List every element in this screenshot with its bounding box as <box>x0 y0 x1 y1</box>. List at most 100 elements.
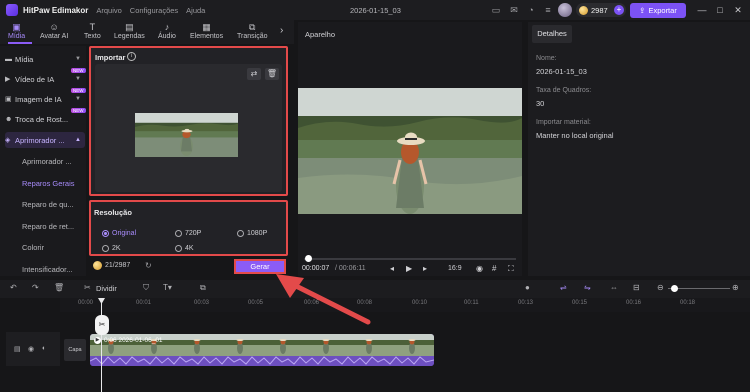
split-scissors-icon[interactable]: ✂ <box>95 315 109 335</box>
progress-track[interactable] <box>304 258 516 260</box>
sidebar-item-enhancer[interactable]: ◈ Aprimorador ... ▲ <box>5 132 85 148</box>
next-frame-icon[interactable]: ▸ <box>423 264 427 273</box>
mute-icon[interactable]: ◐ <box>42 345 46 352</box>
tick-label: 00:16 <box>626 300 642 306</box>
sidebar-item-ai-image[interactable]: ▣ Imagem de IA NEW ▼ <box>5 88 86 107</box>
progress-knob[interactable] <box>305 255 313 262</box>
play-icon[interactable]: ▶ <box>406 264 412 273</box>
thumbnail-image <box>135 113 238 157</box>
import-panel: Importar i ⇄ 🗑 <box>89 46 288 196</box>
tab-audio[interactable]: ♪ Áudio <box>158 22 176 40</box>
shield-icon[interactable]: ⛉ <box>143 283 149 293</box>
subitem-general-repair[interactable]: Reparos Gerais <box>22 179 75 188</box>
menu-arquivo[interactable]: Arquivo <box>96 6 121 15</box>
tab-text[interactable]: T Texto <box>84 22 101 40</box>
text-tool-icon[interactable]: T▾ <box>163 283 172 292</box>
tab-label: Elementos <box>190 33 224 40</box>
fullscreen-icon[interactable]: ⛶ <box>508 264 514 274</box>
zoom-out-icon[interactable]: ⊖ <box>657 283 664 292</box>
radio-720p[interactable]: 720P <box>175 230 201 237</box>
zoom-in-icon[interactable]: ⊕ <box>732 283 739 292</box>
subitem-colorize[interactable]: Colorir <box>22 243 44 252</box>
replace-icon[interactable]: ⇄ <box>247 68 261 80</box>
credits-pill[interactable]: 2987 + <box>576 3 626 17</box>
close-icon[interactable]: ✕ <box>732 4 744 16</box>
video-clip[interactable]: ▶ 0:06 2026-01-06_01 <box>90 334 434 366</box>
sidebar-item-label: Imagem de IA <box>15 94 62 104</box>
tab-label: Transição <box>237 33 268 40</box>
radio-label: 4K <box>185 245 194 252</box>
cover-thumbnail[interactable]: Capa <box>64 339 86 361</box>
tab-label: Legendas <box>114 33 145 40</box>
trash-icon[interactable]: 🗑 <box>265 68 279 80</box>
split-label[interactable]: Dividir <box>96 284 117 293</box>
radio-1080p[interactable]: 1080P <box>237 230 267 237</box>
tab-subtitles[interactable]: ▤ Legendas <box>114 22 145 40</box>
maximize-icon[interactable]: □ <box>714 4 726 16</box>
subitem-portrait-repair[interactable]: Reparo de ret... <box>22 222 74 231</box>
menu-ajuda[interactable]: Ajuda <box>186 6 205 15</box>
aspect-ratio-select[interactable]: 16:9 <box>448 265 462 272</box>
image-icon: ▣ <box>5 96 12 103</box>
export-button[interactable]: ⇪ Exportar <box>630 3 686 18</box>
radio-label: 720P <box>185 230 202 237</box>
radio-label: 1080P <box>247 230 268 237</box>
subitem-quality-repair[interactable]: Reparo de qu... <box>22 200 74 209</box>
scissors-icon[interactable]: ✂ <box>84 283 91 292</box>
mic-icon[interactable]: ● <box>525 283 530 292</box>
import-drop-zone[interactable]: ⇄ 🗑 <box>95 64 282 192</box>
film-icon[interactable]: ▤ <box>14 345 21 353</box>
fit-icon[interactable]: ⊟ <box>633 283 640 292</box>
sidebar-item-media[interactable]: ▬ Mídia ▼ <box>5 51 85 67</box>
tick-label: 00:05 <box>248 300 264 306</box>
headset-icon[interactable]: ◔ <box>525 4 537 16</box>
video-icon: ▶ <box>5 76 11 83</box>
generate-credits: 21/2987 <box>93 261 130 270</box>
caret-down-icon: ▼ <box>75 96 81 102</box>
tab-avatar-ai[interactable]: ☺ Avatar AI <box>40 22 68 40</box>
radio-4k[interactable]: 4K <box>175 245 194 252</box>
tab-media[interactable]: ▣ Mídia <box>8 22 25 40</box>
subitem-intensifier[interactable]: Intensificador... <box>22 265 72 274</box>
redo-icon[interactable]: ↷ <box>32 283 39 292</box>
mail-icon[interactable]: ✉ <box>508 4 520 16</box>
tab-elements[interactable]: ▦ Elementos <box>190 22 223 40</box>
copy-icon[interactable]: ⧉ <box>200 283 206 293</box>
snapshot-icon[interactable]: ◉ <box>476 264 483 273</box>
tick-label: 00:01 <box>136 300 152 306</box>
credit-count: 2987 <box>591 5 608 15</box>
media-toolbar: ▣ Mídia ☺ Avatar AI T Texto ▤ Legendas ♪… <box>0 20 294 44</box>
menu-configuracoes[interactable]: Configurações <box>130 6 178 15</box>
add-credits-icon[interactable]: + <box>614 5 624 15</box>
chevron-right-icon[interactable]: › <box>280 25 283 36</box>
prev-frame-icon[interactable]: ◂ <box>390 264 394 273</box>
zoom-slider-knob[interactable] <box>671 285 678 292</box>
subitem-enhancer[interactable]: Aprimorador ... <box>22 157 72 166</box>
list-icon[interactable]: ≡ <box>542 4 554 16</box>
tab-details[interactable]: Detalhes <box>532 25 572 43</box>
tab-transition[interactable]: ⧉ Transição <box>237 22 267 40</box>
undo-icon[interactable]: ↶ <box>10 283 17 292</box>
eye-icon[interactable]: ◉ <box>28 345 34 353</box>
trash-icon[interactable]: 🗑 <box>54 283 64 292</box>
avatar[interactable] <box>558 3 572 17</box>
monitor-icon[interactable]: ▭ <box>490 4 502 16</box>
info-icon[interactable]: i <box>127 52 136 61</box>
sidebar-item-ai-video[interactable]: ▶ Vídeo de IA NEW ▼ <box>5 68 86 87</box>
marker-icon[interactable]: ⇔ <box>610 283 618 292</box>
playhead[interactable] <box>101 300 102 392</box>
link-icon[interactable]: ⇌ <box>560 283 567 292</box>
radio-2k[interactable]: 2K <box>102 245 121 252</box>
snap-icon[interactable]: ⇋ <box>584 283 591 292</box>
video-preview[interactable] <box>298 88 522 214</box>
radio-original[interactable]: Original <box>102 230 136 237</box>
grid-icon[interactable]: # <box>492 264 496 273</box>
elements-icon: ▦ <box>202 22 211 32</box>
tick-label: 00:18 <box>680 300 696 306</box>
refresh-icon[interactable]: ↻ <box>145 261 152 270</box>
tick-label: 00:13 <box>518 300 534 306</box>
timeline-ruler[interactable]: 00:00 00:01 00:03 00:05 00:06 00:08 00:1… <box>60 298 750 312</box>
clip-label: ▶ 0:06 2026-01-06_01 <box>94 337 163 344</box>
minimize-icon[interactable]: — <box>696 4 708 16</box>
sidebar-item-face-swap[interactable]: ☻ Troca de Rost... NEW <box>5 108 86 127</box>
